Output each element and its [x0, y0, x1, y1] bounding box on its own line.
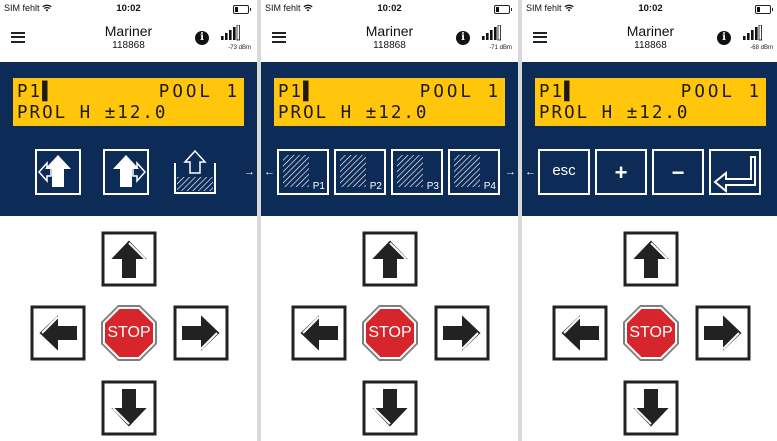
clock: 10:02 [377, 3, 402, 14]
lcd-display: P1▌ POOL 1 PROL H ±12.0 [274, 78, 505, 126]
plus-button-label: + [614, 160, 628, 185]
pool-label: P1 [312, 181, 325, 192]
lcd-line1-right: POOL 1 [419, 82, 501, 102]
device-id: 118868 [373, 40, 406, 51]
device-name: Mariner [626, 23, 675, 39]
app-header: Mariner 118868 i -71 dBm [261, 18, 518, 62]
page-left-icon[interactable]: ← [525, 166, 536, 178]
left-arrow-button[interactable] [291, 305, 347, 361]
app-screen: SIM fehlt 10:02 Mariner 118868 i -68 dBm… [522, 0, 777, 441]
clock: 10:02 [116, 3, 141, 14]
left-arrow-button[interactable] [552, 305, 608, 361]
pool-label: P4 [483, 181, 496, 192]
app-header: Mariner 118868 i -68 dBm [522, 18, 777, 62]
stop-button[interactable]: STOP [361, 304, 419, 362]
info-icon[interactable]: i [717, 31, 731, 45]
plus-button[interactable]: + [595, 149, 647, 195]
device-name: Mariner [365, 23, 414, 39]
enter-button[interactable] [709, 149, 761, 195]
signal-strength-icon [482, 25, 501, 41]
page-right-icon[interactable]: → [505, 166, 516, 178]
battery-icon [755, 5, 773, 14]
lcd-line1-right: POOL 1 [680, 82, 762, 102]
lcd-line2: PROL H ±12.0 [17, 103, 168, 123]
esc-button-label: esc [552, 162, 576, 179]
stop-label: STOP [107, 324, 151, 341]
battery-icon [233, 5, 251, 14]
lcd-line2: PROL H ±12.0 [539, 103, 690, 123]
pool-label: P3 [426, 181, 439, 192]
signal-strength-icon [221, 25, 240, 41]
controller-panel: P1▌ POOL 1 PROL H ±12.0 esc + − ← [522, 62, 777, 216]
app-header: Mariner 118868 i -73 dBm [0, 18, 257, 62]
stop-button[interactable]: STOP [622, 304, 680, 362]
app-screen: SIM fehlt 10:02 Mariner 118868 i -71 dBm… [261, 0, 518, 441]
down-arrow-button[interactable] [623, 380, 679, 436]
signal-dbm: -68 dBm [750, 45, 773, 51]
minus-button[interactable]: − [652, 149, 704, 195]
up-arrow-button[interactable] [623, 231, 679, 287]
esc-button[interactable]: esc [538, 149, 590, 195]
lcd-line1-right: POOL 1 [158, 82, 240, 102]
stop-button[interactable]: STOP [100, 304, 158, 362]
pump-out-right-button[interactable] [103, 149, 149, 195]
status-bar: SIM fehlt 10:02 [0, 0, 257, 17]
device-name: Mariner [104, 23, 153, 39]
device-id: 118868 [112, 40, 145, 51]
stop-label: STOP [629, 324, 673, 341]
lcd-display: P1▌ POOL 1 PROL H ±12.0 [535, 78, 766, 126]
info-icon[interactable]: i [195, 31, 209, 45]
status-bar: SIM fehlt 10:02 [522, 0, 777, 17]
pool-p4-button[interactable]: P4 [448, 149, 500, 195]
signal-dbm: -73 dBm [228, 45, 251, 51]
pool-p2-button[interactable]: P2 [334, 149, 386, 195]
controller-panel: P1▌ POOL 1 PROL H ±12.0 → [0, 62, 257, 216]
pump-out-left-button[interactable] [35, 149, 81, 195]
lcd-line1-left: P1▌ [539, 82, 577, 102]
lcd-line1-left: P1▌ [17, 82, 55, 102]
stop-label: STOP [368, 324, 412, 341]
battery-icon [494, 5, 512, 14]
pool-p3-button[interactable]: P3 [391, 149, 443, 195]
up-arrow-button[interactable] [101, 231, 157, 287]
status-bar: SIM fehlt 10:02 [261, 0, 518, 17]
device-id: 118868 [634, 40, 667, 51]
lcd-line2: PROL H ±12.0 [278, 103, 429, 123]
clock: 10:02 [638, 3, 663, 14]
lcd-display: P1▌ POOL 1 PROL H ±12.0 [13, 78, 244, 126]
pool-p1-button[interactable]: P1 [277, 149, 329, 195]
up-arrow-button[interactable] [362, 231, 418, 287]
page-left-icon[interactable]: ← [264, 166, 275, 178]
app-screen: SIM fehlt 10:02 Mariner 118868 i -73 dBm… [0, 0, 257, 441]
lcd-line1-left: P1▌ [278, 82, 316, 102]
right-arrow-button[interactable] [434, 305, 490, 361]
minus-button-label: − [671, 160, 685, 185]
signal-strength-icon [743, 25, 762, 41]
tank-fill-button[interactable] [172, 149, 218, 195]
signal-dbm: -71 dBm [489, 45, 512, 51]
down-arrow-button[interactable] [101, 380, 157, 436]
down-arrow-button[interactable] [362, 380, 418, 436]
pool-label: P2 [369, 181, 382, 192]
page-right-icon[interactable]: → [244, 166, 255, 178]
left-arrow-button[interactable] [30, 305, 86, 361]
controller-panel: P1▌ POOL 1 PROL H ±12.0 P1 P2 P3 P4 ← → [261, 62, 518, 216]
right-arrow-button[interactable] [173, 305, 229, 361]
info-icon[interactable]: i [456, 31, 470, 45]
right-arrow-button[interactable] [695, 305, 751, 361]
